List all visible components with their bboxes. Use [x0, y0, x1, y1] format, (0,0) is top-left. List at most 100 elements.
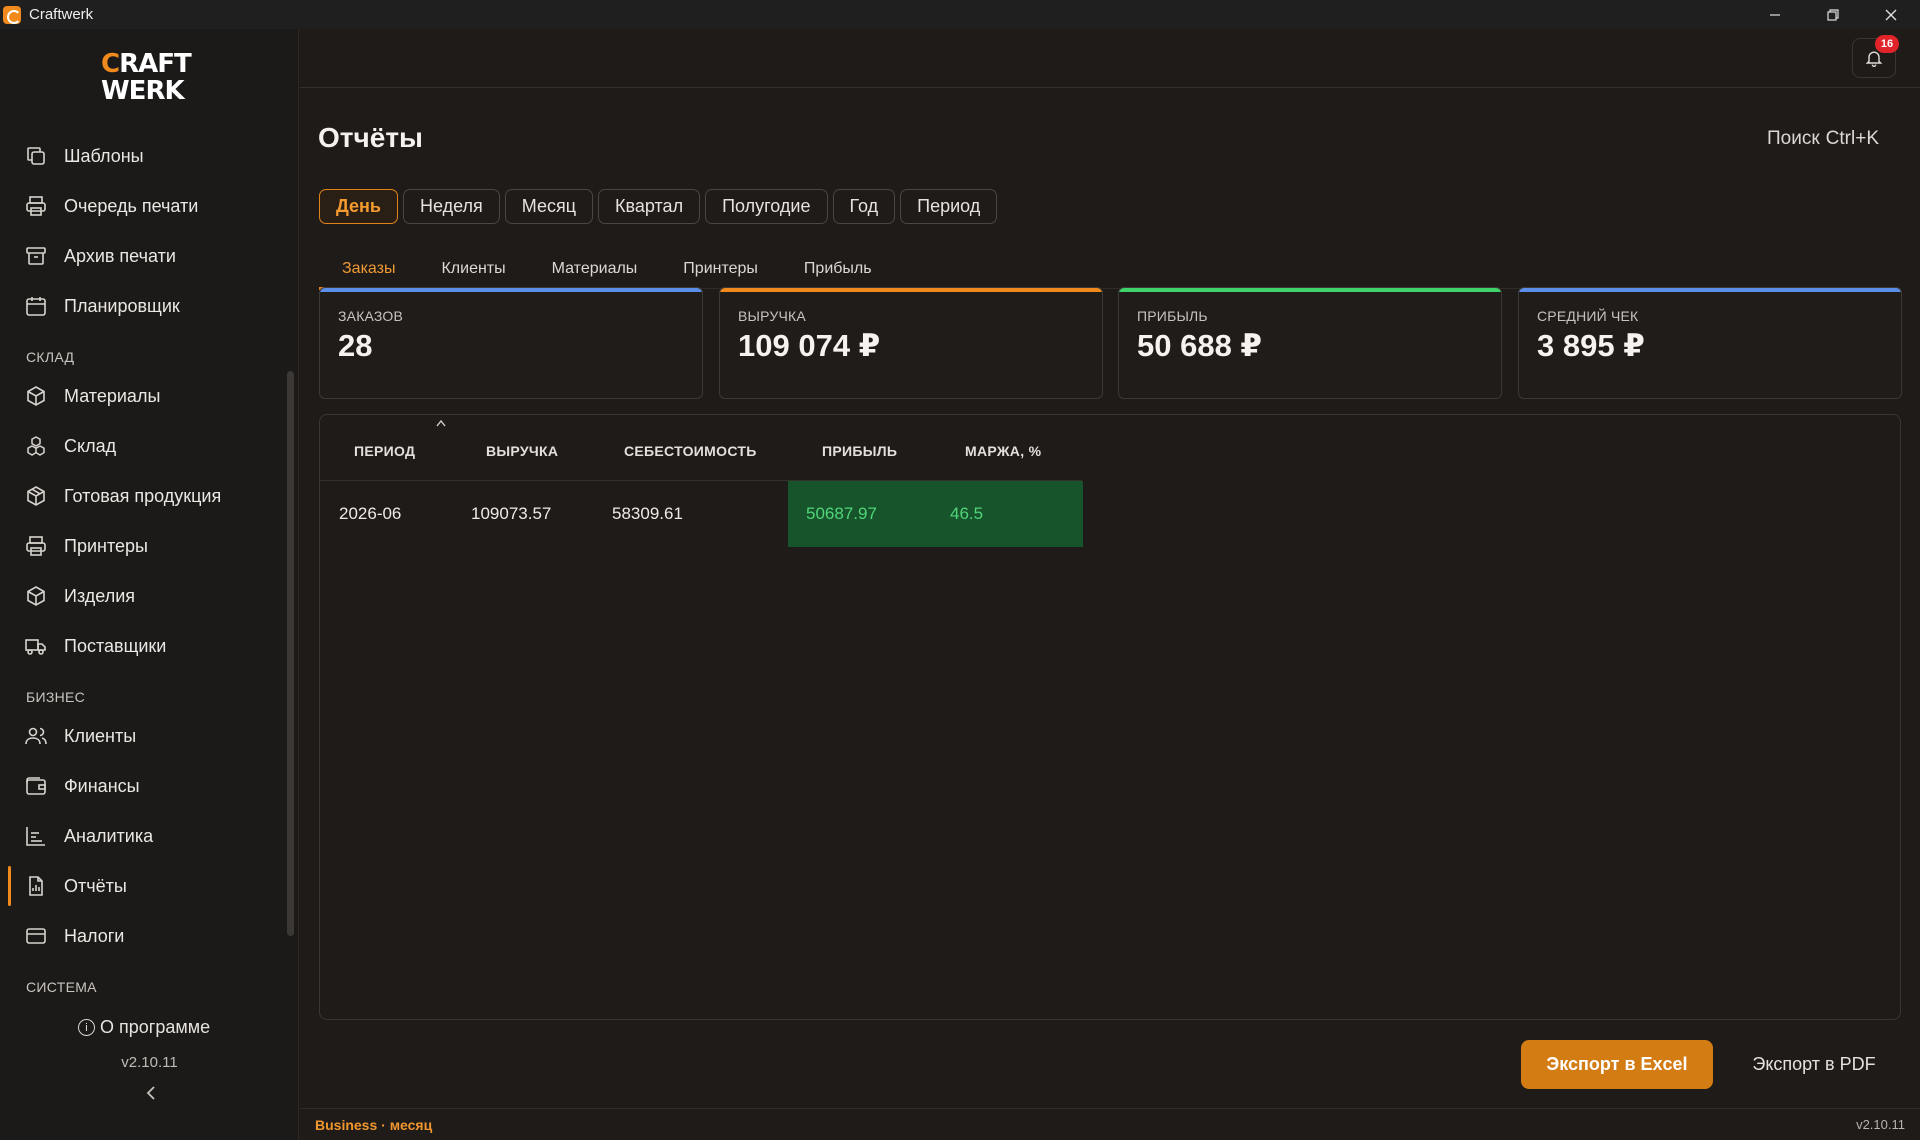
period-day[interactable]: День: [319, 189, 398, 224]
sidebar-item-suppliers[interactable]: Поставщики: [12, 626, 282, 666]
sidebar-item-label: Принтеры: [64, 535, 148, 556]
page-title: Отчёты: [318, 122, 423, 153]
tab-profit[interactable]: Прибыль: [781, 250, 895, 288]
period-week[interactable]: Неделя: [403, 189, 500, 224]
sidebar-item-items[interactable]: Изделия: [12, 576, 282, 616]
top-bar: [300, 29, 1920, 88]
column-header-revenue[interactable]: ВЫРУЧКА: [486, 443, 558, 459]
sidebar-item-finished-products[interactable]: Готовая продукция: [12, 476, 282, 516]
section-warehouse: СКЛАД: [26, 349, 75, 365]
period-month[interactable]: Месяц: [504, 189, 594, 224]
sidebar-item-printers[interactable]: Принтеры: [12, 526, 282, 566]
sidebar-item-print-archive[interactable]: Архив печати: [12, 236, 282, 276]
close-button[interactable]: [1862, 0, 1920, 29]
about-link[interactable]: i О программе: [78, 1017, 210, 1038]
printer-icon: [26, 196, 46, 216]
sidebar-item-print-queue[interactable]: Очередь печати: [12, 186, 282, 226]
truck-icon: [25, 639, 46, 655]
cell-margin: 46.5: [950, 504, 984, 523]
info-icon: i: [78, 1019, 95, 1036]
kpi-orders: ЗАКАЗОВ 28: [319, 287, 703, 399]
package-icon: [27, 486, 45, 506]
cell-period: 2026-06: [339, 504, 402, 523]
column-header-period[interactable]: ПЕРИОД: [354, 443, 415, 459]
sidebar-item-label: Клиенты: [64, 725, 137, 746]
logo-line-1: RAFT: [119, 49, 192, 79]
bar-chart-icon: [26, 827, 45, 846]
logo-initial: C: [101, 49, 120, 79]
period-half-year[interactable]: Полугодие: [705, 189, 828, 224]
search-shortcut: Ctrl+K: [1825, 128, 1879, 149]
period-year[interactable]: Год: [832, 189, 896, 224]
notifications-button[interactable]: 16: [1852, 35, 1899, 78]
sidebar-item-taxes[interactable]: Налоги: [12, 916, 282, 956]
boxes-icon: [27, 436, 45, 456]
sidebar-item-reports[interactable]: Отчёты: [8, 866, 282, 906]
kpi-profit: ПРИБЫЛЬ 50 688 ₽: [1118, 287, 1502, 399]
copy-icon: [27, 147, 45, 165]
tab-orders[interactable]: Заказы: [319, 250, 419, 290]
notification-badge: 16: [1875, 35, 1899, 53]
card-icon: [26, 928, 46, 944]
sidebar-item-clients[interactable]: Клиенты: [12, 716, 282, 756]
kpi-label: ПРИБЫЛЬ: [1137, 308, 1208, 324]
chevron-up-icon: [436, 419, 446, 427]
kpi-label: СРЕДНИЙ ЧЕК: [1537, 308, 1639, 324]
report-table: [319, 414, 1901, 1020]
tab-clients[interactable]: Клиенты: [418, 250, 528, 288]
window-titlebar: Craftwerk: [0, 0, 1920, 29]
sidebar-item-label: Архив печати: [64, 245, 176, 266]
sidebar-item-warehouse[interactable]: Склад: [12, 426, 282, 466]
window-title: Craftwerk: [29, 6, 94, 23]
report-tabs: Заказы Клиенты Материалы Принтеры Прибыл…: [319, 250, 895, 290]
collapse-sidebar-button[interactable]: [141, 1085, 161, 1105]
column-header-cost[interactable]: СЕБЕСТОИМОСТЬ: [624, 443, 757, 459]
sidebar-item-label: Шаблоны: [64, 145, 144, 166]
sidebar-item-label: Налоги: [64, 925, 125, 946]
status-version: v2.10.11: [1856, 1117, 1905, 1132]
report-icon: [29, 876, 43, 896]
period-quarter[interactable]: Квартал: [598, 189, 701, 224]
search-label: Поиск: [1767, 128, 1820, 149]
printer-icon: [26, 536, 46, 556]
sidebar-scrollbar[interactable]: [287, 371, 294, 936]
window-controls: [1746, 0, 1920, 29]
sort-ascending-icon[interactable]: [435, 415, 447, 430]
kpi-value: 109 074 ₽: [738, 328, 881, 363]
kpi-label: ВЫРУЧКА: [738, 308, 806, 324]
restore-button[interactable]: [1804, 0, 1862, 29]
export-pdf-button[interactable]: Экспорт в PDF: [1744, 1040, 1884, 1089]
sidebar-item-label: Финансы: [64, 775, 140, 796]
sidebar-item-analytics[interactable]: Аналитика: [12, 816, 282, 856]
kpi-label: ЗАКАЗОВ: [338, 308, 404, 324]
craftwerk-logo[interactable]: CRAFT WERK: [101, 51, 201, 111]
export-excel-button[interactable]: Экспорт в Excel: [1521, 1040, 1713, 1089]
period-custom[interactable]: Период: [900, 189, 998, 224]
sidebar-item-label: Очередь печати: [64, 195, 199, 216]
app-icon: [3, 5, 21, 24]
tab-printers[interactable]: Принтеры: [660, 250, 781, 288]
kpi-value: 28: [338, 328, 373, 363]
section-system: СИСТЕМА: [26, 979, 97, 995]
column-header-margin[interactable]: МАРЖА, %: [965, 443, 1041, 459]
section-business: БИЗНЕС: [26, 689, 86, 705]
column-header-profit[interactable]: ПРИБЫЛЬ: [822, 443, 897, 459]
cell-revenue: 109073.57: [471, 504, 552, 523]
sidebar-item-label: Изделия: [64, 585, 136, 606]
search-button[interactable]: Поиск Ctrl+K: [1761, 128, 1879, 150]
sidebar-item-scheduler[interactable]: Планировщик: [12, 286, 282, 326]
archive-icon: [26, 247, 46, 265]
minimize-button[interactable]: [1746, 0, 1804, 29]
sidebar-item-label: Поставщики: [64, 635, 167, 656]
sidebar-item-label: Склад: [64, 435, 117, 456]
kpi-value: 50 688 ₽: [1137, 328, 1262, 363]
sidebar-item-label: Материалы: [64, 385, 161, 406]
sidebar-item-templates[interactable]: Шаблоны: [12, 136, 282, 176]
tab-materials[interactable]: Материалы: [529, 250, 661, 288]
logo-line-2: WERK: [101, 76, 185, 106]
sidebar-item-finance[interactable]: Финансы: [12, 766, 282, 806]
sidebar-item-label: Готовая продукция: [64, 485, 222, 506]
sidebar-version: v2.10.11: [121, 1054, 178, 1071]
sidebar-item-label: Планировщик: [64, 295, 180, 316]
sidebar-item-materials[interactable]: Материалы: [12, 376, 282, 416]
